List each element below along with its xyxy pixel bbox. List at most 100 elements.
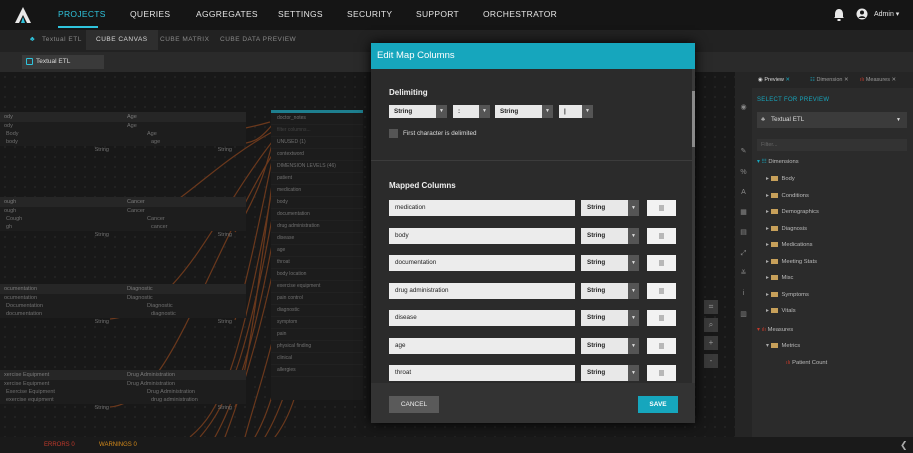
- zoom-out-icon[interactable]: -: [704, 354, 718, 368]
- delim-type-select-2[interactable]: String ▼: [495, 105, 553, 118]
- tree-item[interactable]: ▸ Body: [766, 176, 795, 182]
- column-name-input[interactable]: disease: [389, 310, 575, 326]
- nav-projects[interactable]: PROJECTS: [58, 9, 106, 19]
- column-name-input[interactable]: throat: [389, 365, 575, 381]
- tree-item[interactable]: ▸ Diagnosis: [766, 225, 807, 232]
- percent-icon[interactable]: %: [738, 167, 749, 178]
- etl-icon: ♣: [761, 116, 766, 123]
- column-type-select[interactable]: String ▼: [581, 255, 639, 271]
- select-value: String: [587, 231, 606, 239]
- folder-icon: [770, 176, 778, 181]
- nav-settings[interactable]: SETTINGS: [278, 9, 323, 19]
- tree-metrics[interactable]: ▾ Metrics: [766, 343, 800, 349]
- preview-select[interactable]: ♣ Textual ETL ▼: [757, 112, 907, 128]
- link-icon[interactable]: ⤢: [738, 248, 749, 259]
- delete-column-button[interactable]: [647, 227, 676, 244]
- tree-item[interactable]: ▸ Vitals: [766, 308, 796, 314]
- tree-item[interactable]: ▸ Meeting Stats: [766, 258, 817, 265]
- delete-column-button[interactable]: [647, 255, 676, 271]
- tree-item[interactable]: ▸ Medications: [766, 242, 812, 248]
- eye-icon[interactable]: ◉: [738, 102, 749, 113]
- nav-security[interactable]: SECURITY: [347, 9, 392, 19]
- chevron-left-icon[interactable]: ❮: [900, 437, 908, 453]
- select-value: String: [587, 259, 606, 266]
- tree-root-measures[interactable]: ▾ ılı Measures: [757, 327, 793, 333]
- preview-panel: ◉ Preview ✕ ☷ Dimension ✕ ılı Measures ✕…: [752, 72, 913, 437]
- column-name-input[interactable]: documentation: [389, 255, 575, 271]
- delete-column-button[interactable]: [647, 365, 676, 381]
- warnings-count[interactable]: WARNINGS 0: [99, 437, 137, 453]
- column-name-input[interactable]: age: [389, 337, 575, 354]
- delete-column-button[interactable]: [647, 310, 676, 326]
- close-icon[interactable]: ✕: [892, 77, 897, 83]
- chevron-down-icon: ▼: [436, 105, 447, 118]
- delim-type-select[interactable]: String ▼: [389, 105, 447, 118]
- scrollbar-thumb[interactable]: [692, 91, 695, 147]
- tab-measures[interactable]: ılı Measures ✕: [860, 72, 896, 88]
- first-char-delimited-checkbox[interactable]: [389, 129, 398, 138]
- tab-dimension[interactable]: ☷ Dimension ✕: [810, 72, 849, 88]
- chevron-down-icon: ▼: [628, 255, 639, 271]
- delete-column-button[interactable]: [647, 282, 676, 299]
- active-nav-underline: [58, 26, 98, 28]
- tab-label: Preview: [764, 77, 784, 83]
- tree-label: Demographics: [781, 209, 819, 216]
- column-name-input[interactable]: body: [389, 227, 575, 244]
- cancel-button[interactable]: CANCEL: [389, 396, 439, 413]
- table-icon[interactable]: ▥: [738, 309, 749, 320]
- mapped-columns-heading: Mapped Columns: [389, 181, 456, 190]
- column-type-select[interactable]: String ▼: [581, 365, 639, 381]
- column-type-select[interactable]: String ▼: [581, 310, 639, 326]
- column-type-select[interactable]: String ▼: [581, 337, 639, 354]
- dialog-title: Edit Map Columns: [371, 43, 695, 69]
- tree-patient-count[interactable]: ılı Patient Count: [786, 360, 827, 366]
- user-icon[interactable]: [856, 8, 868, 20]
- nav-orchestrator[interactable]: ORCHESTRATOR: [483, 9, 557, 19]
- textual-etl-chip[interactable]: Textual ETL: [22, 55, 104, 69]
- text-icon[interactable]: A: [738, 187, 749, 198]
- close-icon[interactable]: ✕: [844, 77, 849, 83]
- nav-queries[interactable]: QUERIES: [130, 9, 170, 19]
- user-menu[interactable]: Admin ▾: [874, 10, 899, 18]
- tree-item[interactable]: ▸ Demographics: [766, 209, 819, 215]
- tree-item[interactable]: ▸ Misc: [766, 275, 793, 281]
- column-name-input[interactable]: medication: [389, 200, 575, 216]
- tab-preview[interactable]: ◉ Preview ✕: [758, 72, 790, 88]
- doc-icon[interactable]: ▤: [738, 227, 749, 238]
- zoom-in-icon[interactable]: +: [704, 336, 718, 350]
- chevron-down-icon: ▼: [479, 105, 490, 118]
- fit-icon[interactable]: ⌗: [704, 300, 718, 314]
- chevron-down-icon: ▼: [582, 105, 593, 118]
- tab-cube-data-preview[interactable]: CUBE DATA PREVIEW: [210, 30, 306, 50]
- delim-char-select-2[interactable]: | ▼: [559, 105, 593, 118]
- tree-label: Patient Count: [792, 360, 828, 366]
- tree-item[interactable]: ▸ Conditions: [766, 192, 809, 199]
- column-name-input[interactable]: drug administration: [389, 282, 575, 299]
- tree-label: Measures: [767, 327, 794, 333]
- filter-icon[interactable]: ≚: [738, 268, 749, 279]
- close-icon[interactable]: ✕: [785, 77, 790, 83]
- tree-item[interactable]: ▸ Symptoms: [766, 291, 809, 298]
- column-type-select[interactable]: String ▼: [581, 227, 639, 244]
- delete-column-button[interactable]: [647, 337, 676, 354]
- dialog-scrollbar[interactable]: [692, 69, 695, 409]
- nav-aggregates[interactable]: AGGREGATES: [196, 9, 258, 19]
- tree-root-dimensions[interactable]: ▾ ☷ Dimensions: [757, 159, 799, 165]
- errors-count[interactable]: ERRORS 0: [44, 437, 75, 453]
- tree-filter-input[interactable]: Filter...: [757, 139, 907, 151]
- app-logo-icon[interactable]: [14, 6, 32, 24]
- info-icon[interactable]: i: [738, 288, 749, 299]
- edit-icon[interactable]: ✎: [738, 146, 749, 157]
- tab-cube-canvas[interactable]: CUBE CANVAS: [86, 30, 158, 50]
- bell-icon[interactable]: [833, 8, 845, 21]
- zoom-search-icon[interactable]: ⌕: [704, 318, 718, 332]
- nav-support[interactable]: SUPPORT: [416, 9, 459, 19]
- column-type-select[interactable]: String ▼: [581, 282, 639, 299]
- trash-icon: [659, 232, 664, 239]
- save-button[interactable]: SAVE: [638, 396, 678, 413]
- delete-column-button[interactable]: [647, 200, 676, 216]
- grid-icon[interactable]: ▦: [738, 207, 749, 218]
- column-type-select[interactable]: String ▼: [581, 200, 639, 216]
- chevron-down-icon: ▼: [628, 282, 639, 299]
- delim-char-select[interactable]: : ▼: [453, 105, 490, 118]
